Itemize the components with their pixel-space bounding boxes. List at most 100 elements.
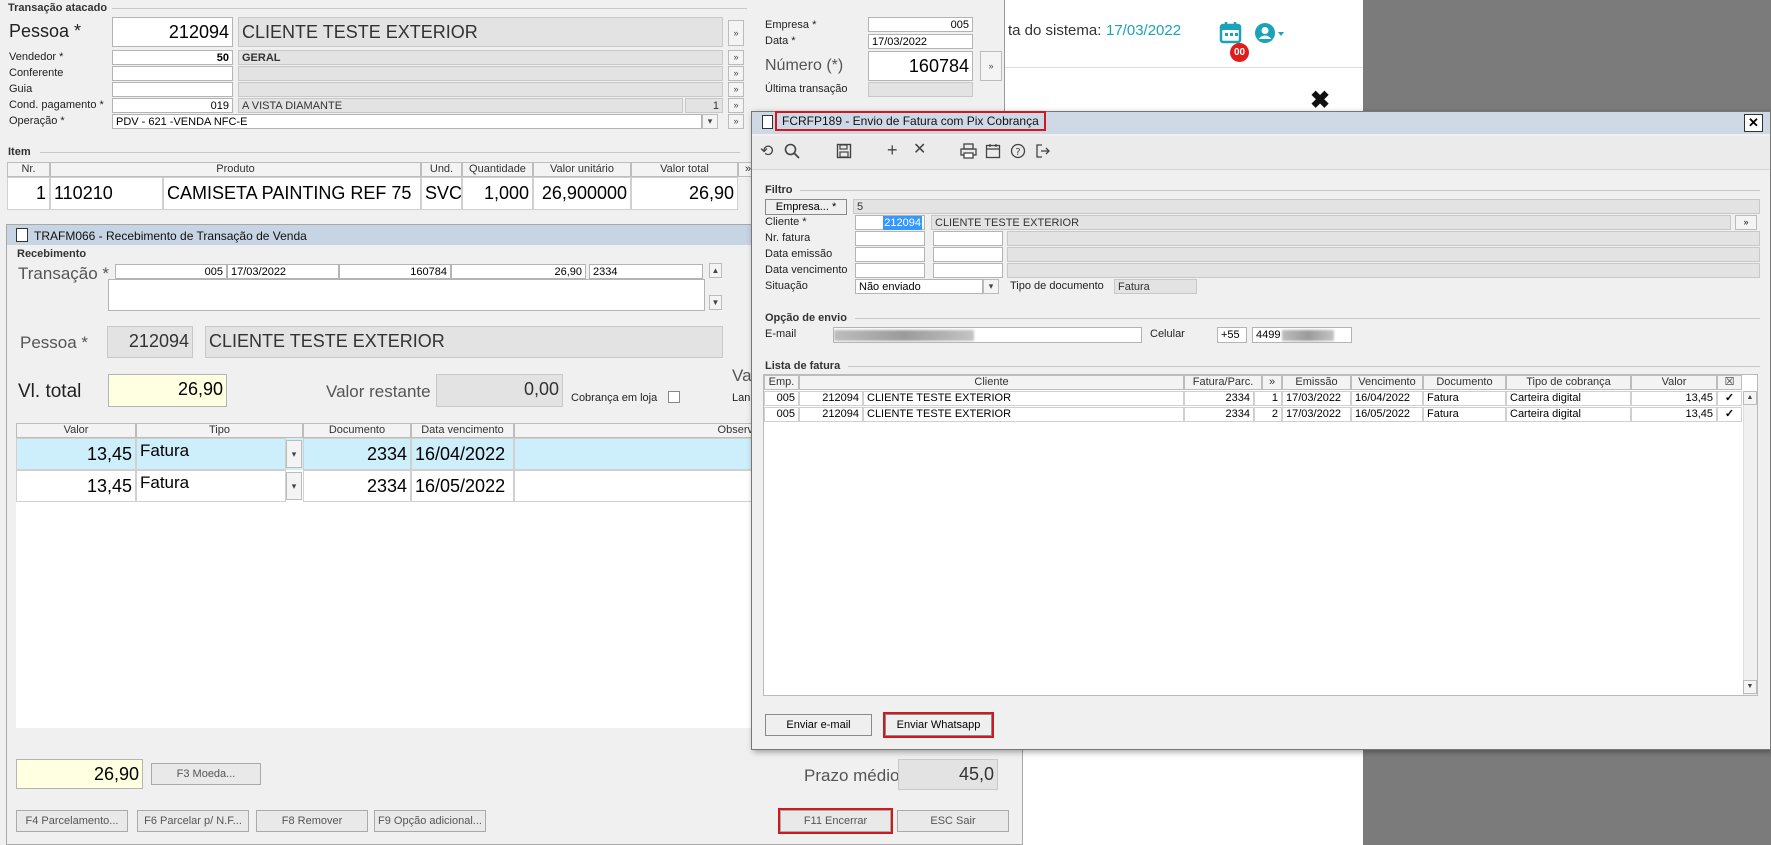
chevron-down-icon[interactable]: ▾ bbox=[702, 114, 718, 129]
transacao-notes-area[interactable] bbox=[108, 279, 705, 311]
numero-lookup-button[interactable]: » bbox=[980, 51, 1002, 81]
lista-col-emissao: Emissão bbox=[1282, 375, 1351, 390]
add-icon[interactable]: + bbox=[887, 141, 898, 159]
separator bbox=[848, 366, 1760, 367]
parcel-cell-tipo[interactable]: Fatura bbox=[136, 438, 286, 470]
situacao-select[interactable]: Não enviado bbox=[855, 279, 983, 294]
email-field[interactable] bbox=[833, 327, 1142, 343]
scroll-up-icon[interactable]: ▲ bbox=[709, 263, 722, 278]
refresh-icon[interactable]: ⟲ bbox=[760, 143, 773, 161]
pessoa-code-field[interactable]: 212094 bbox=[112, 17, 233, 47]
delete-icon[interactable]: ✕ bbox=[913, 141, 926, 159]
nr-fatura-to-field[interactable] bbox=[933, 231, 1003, 246]
cond-pagamento-code-field[interactable]: 019 bbox=[112, 98, 233, 113]
lista-col-valor: Valor bbox=[1631, 375, 1717, 390]
enviar-whatsapp-button[interactable]: Enviar Whatsapp bbox=[883, 712, 994, 738]
parcel-cell-valor[interactable]: 13,45 bbox=[16, 470, 136, 502]
lista-cell-cliente-name: CLIENTE TESTE EXTERIOR bbox=[863, 391, 1184, 406]
cliente-code-field[interactable]: 212094 bbox=[855, 215, 925, 230]
ddi-field[interactable]: +55 bbox=[1217, 327, 1247, 343]
expand-button[interactable]: » bbox=[728, 20, 744, 46]
lista-cell-parcela: 1 bbox=[1254, 391, 1282, 406]
lista-cell-emp: 005 bbox=[764, 407, 799, 422]
parcel-cell-data-vencimento[interactable]: 16/04/2022 bbox=[411, 438, 514, 470]
data-vencimento-label: Data vencimento bbox=[765, 264, 848, 276]
data-vencimento-from-field[interactable] bbox=[855, 263, 925, 278]
esc-sair-button[interactable]: ESC Sair bbox=[897, 810, 1009, 832]
cond-pagamento-lookup-button[interactable]: » bbox=[728, 98, 744, 113]
item-cell-quantidade[interactable]: 1,000 bbox=[462, 177, 533, 210]
lista-cell-cliente-code: 212094 bbox=[799, 391, 863, 406]
lista-row-checkbox[interactable]: ✓ bbox=[1717, 391, 1742, 406]
situacao-label: Situação bbox=[765, 280, 808, 292]
transacao-data-field[interactable]: 17/03/2022 bbox=[227, 264, 339, 279]
help-icon[interactable]: ? bbox=[1010, 143, 1026, 164]
vendedor-code-field[interactable]: 50 bbox=[112, 50, 233, 65]
item-cell-nr: 1 bbox=[7, 177, 50, 210]
exit-icon[interactable] bbox=[1035, 143, 1051, 164]
empresa-field[interactable]: 005 bbox=[868, 17, 973, 32]
scroll-down-icon[interactable]: ▼ bbox=[1743, 680, 1757, 694]
transacao-doc-field[interactable]: 2334 bbox=[589, 264, 703, 279]
cobranca-em-loja-checkbox[interactable] bbox=[668, 391, 680, 403]
f9-opcao-adicional-button[interactable]: F9 Opção adicional... bbox=[374, 810, 486, 832]
cliente-expand-button[interactable]: » bbox=[1735, 215, 1757, 230]
vendedor-lookup-button[interactable]: » bbox=[728, 50, 744, 65]
data-vencimento-to-field[interactable] bbox=[933, 263, 1003, 278]
scroll-up-icon[interactable]: ▲ bbox=[1743, 391, 1757, 405]
f4-parcelamento-button[interactable]: F4 Parcelamento... bbox=[16, 810, 128, 832]
vltotal-field[interactable]: 26,90 bbox=[108, 374, 227, 407]
parcel-cell-data-vencimento[interactable]: 16/05/2022 bbox=[411, 470, 514, 502]
item-cell-codigo[interactable]: 110210 bbox=[50, 177, 163, 210]
guia-code-field[interactable] bbox=[112, 82, 233, 97]
item-cell-valor-unitario[interactable]: 26,900000 bbox=[533, 177, 631, 210]
calendar-icon[interactable] bbox=[985, 143, 1001, 164]
transacao-numero-field[interactable]: 160784 bbox=[339, 264, 451, 279]
pessoa-name-field: CLIENTE TESTE EXTERIOR bbox=[238, 17, 723, 47]
conferente-code-field[interactable] bbox=[112, 66, 233, 81]
lista-cell-vencimento: 16/05/2022 bbox=[1351, 407, 1423, 422]
parcel-cell-observ[interactable] bbox=[514, 438, 754, 470]
print-icon[interactable] bbox=[960, 143, 977, 164]
empresa-field[interactable]: 5 bbox=[853, 199, 1760, 214]
operacao-lookup-button[interactable]: » bbox=[728, 114, 744, 129]
lista-cell-emissao: 17/03/2022 bbox=[1282, 391, 1351, 406]
lista-scrollbar[interactable] bbox=[1743, 391, 1757, 695]
dialog-close-button[interactable]: ✕ bbox=[1744, 114, 1763, 132]
celular-field[interactable]: 4499 bbox=[1252, 327, 1352, 343]
user-avatar-icon[interactable] bbox=[1254, 22, 1288, 46]
transacao-valor-field[interactable]: 26,90 bbox=[451, 264, 586, 279]
lista-col-select-all[interactable]: ☒ bbox=[1717, 375, 1742, 390]
parcel-cell-tipo[interactable]: Fatura bbox=[136, 470, 286, 502]
guia-lookup-button[interactable]: » bbox=[728, 82, 744, 97]
f8-remover-button[interactable]: F8 Remover bbox=[256, 810, 368, 832]
scroll-down-icon[interactable]: ▼ bbox=[709, 295, 722, 310]
chevron-down-icon[interactable]: ▾ bbox=[286, 472, 302, 500]
parcel-cell-observ[interactable] bbox=[514, 470, 754, 502]
lista-cell-documento: Fatura bbox=[1423, 391, 1506, 406]
f6-parcelar-nf-button[interactable]: F6 Parcelar p/ N.F... bbox=[137, 810, 249, 832]
operacao-select[interactable]: PDV - 621 -VENDA NFC-E bbox=[112, 114, 702, 129]
lista-col-expand[interactable]: » bbox=[1262, 375, 1282, 390]
data-emissao-from-field[interactable] bbox=[855, 247, 925, 262]
numero-field[interactable]: 160784 bbox=[868, 51, 973, 81]
search-icon[interactable] bbox=[784, 143, 800, 164]
cond-pagamento-label: Cond. pagamento * bbox=[9, 99, 104, 111]
f11-encerrar-button[interactable]: F11 Encerrar bbox=[778, 808, 893, 834]
f3-moeda-button[interactable]: F3 Moeda... bbox=[151, 763, 261, 785]
save-icon[interactable] bbox=[836, 143, 852, 164]
transacao-label: Transação * bbox=[18, 264, 110, 283]
pessoa-label: Pessoa * bbox=[9, 21, 82, 41]
separator bbox=[40, 152, 740, 153]
chevron-down-icon[interactable]: ▾ bbox=[983, 279, 999, 294]
conferente-lookup-button[interactable]: » bbox=[728, 66, 744, 81]
data-field[interactable]: 17/03/2022 bbox=[868, 34, 973, 49]
nr-fatura-from-field[interactable] bbox=[855, 231, 925, 246]
data-emissao-to-field[interactable] bbox=[933, 247, 1003, 262]
enviar-email-button[interactable]: Enviar e-mail bbox=[765, 714, 872, 736]
transacao-empresa-field[interactable]: 005 bbox=[115, 264, 227, 279]
empresa-lookup-button[interactable]: Empresa... * bbox=[765, 199, 847, 215]
parcel-cell-valor[interactable]: 13,45 bbox=[16, 438, 136, 470]
chevron-down-icon[interactable]: ▾ bbox=[286, 440, 302, 468]
lista-row-checkbox[interactable]: ✓ bbox=[1717, 407, 1742, 422]
